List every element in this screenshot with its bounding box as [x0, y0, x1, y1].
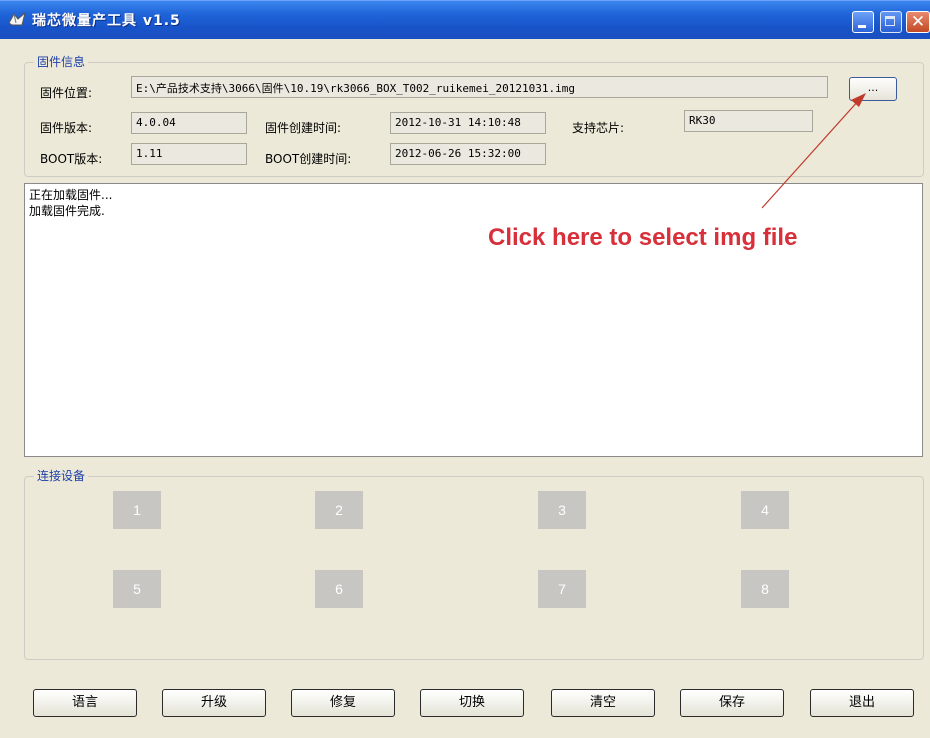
firmware-version-label: 固件版本: [40, 121, 93, 135]
supported-chip-field: RK30 [684, 110, 813, 132]
browse-file-button[interactable]: ... [849, 77, 897, 101]
repair-button[interactable]: 修复 [291, 689, 395, 717]
device-slot-8: 8 [741, 570, 789, 608]
firmware-path-field[interactable]: E:\产品技术支持\3066\固件\10.19\rk3066_BOX_T002_… [131, 76, 828, 98]
boot-version-field: 1.11 [131, 143, 247, 165]
switch-button[interactable]: 切换 [420, 689, 524, 717]
firmware-build-time-label: 固件创建时间: [265, 121, 342, 135]
firmware-path-label: 固件位置: [40, 86, 93, 100]
maximize-icon [885, 16, 895, 26]
title-bar[interactable]: 瑞芯微量产工具 v1.5 ✕ [0, 0, 930, 39]
device-slot-5: 5 [113, 570, 161, 608]
device-slot-1: 1 [113, 491, 161, 529]
device-slot-3: 3 [538, 491, 586, 529]
annotation-text: Click here to select img file [488, 224, 798, 251]
log-line: 加载固件完成. [29, 204, 105, 218]
minimize-button[interactable] [852, 11, 874, 33]
boot-build-time-label: BOOT创建时间: [265, 152, 352, 166]
close-button[interactable]: ✕ [906, 11, 930, 33]
clear-button[interactable]: 清空 [551, 689, 655, 717]
connected-devices-group-label: 连接设备 [34, 467, 89, 484]
firmware-build-time-field: 2012-10-31 14:10:48 [390, 112, 546, 134]
firmware-version-field: 4.0.04 [131, 112, 247, 134]
exit-button[interactable]: 退出 [810, 689, 914, 717]
device-slot-6: 6 [315, 570, 363, 608]
app-logo-icon [8, 11, 26, 26]
device-slot-2: 2 [315, 491, 363, 529]
log-line: 正在加载固件... [29, 188, 113, 202]
device-slot-7: 7 [538, 570, 586, 608]
device-slot-4: 4 [741, 491, 789, 529]
minimize-icon [858, 25, 866, 28]
language-button[interactable]: 语言 [33, 689, 137, 717]
upgrade-button[interactable]: 升级 [162, 689, 266, 717]
close-icon: ✕ [910, 12, 926, 32]
boot-version-label: BOOT版本: [40, 152, 103, 166]
maximize-button[interactable] [880, 11, 902, 33]
save-button[interactable]: 保存 [680, 689, 784, 717]
boot-build-time-field: 2012-06-26 15:32:00 [390, 143, 546, 165]
app-window: 瑞芯微量产工具 v1.5 ✕ 固件信息 固件位置: E:\产品技术支持\3066… [0, 0, 930, 738]
firmware-info-group-label: 固件信息 [34, 53, 89, 70]
window-title: 瑞芯微量产工具 v1.5 [32, 13, 181, 29]
supported-chip-label: 支持芯片: [572, 121, 625, 135]
